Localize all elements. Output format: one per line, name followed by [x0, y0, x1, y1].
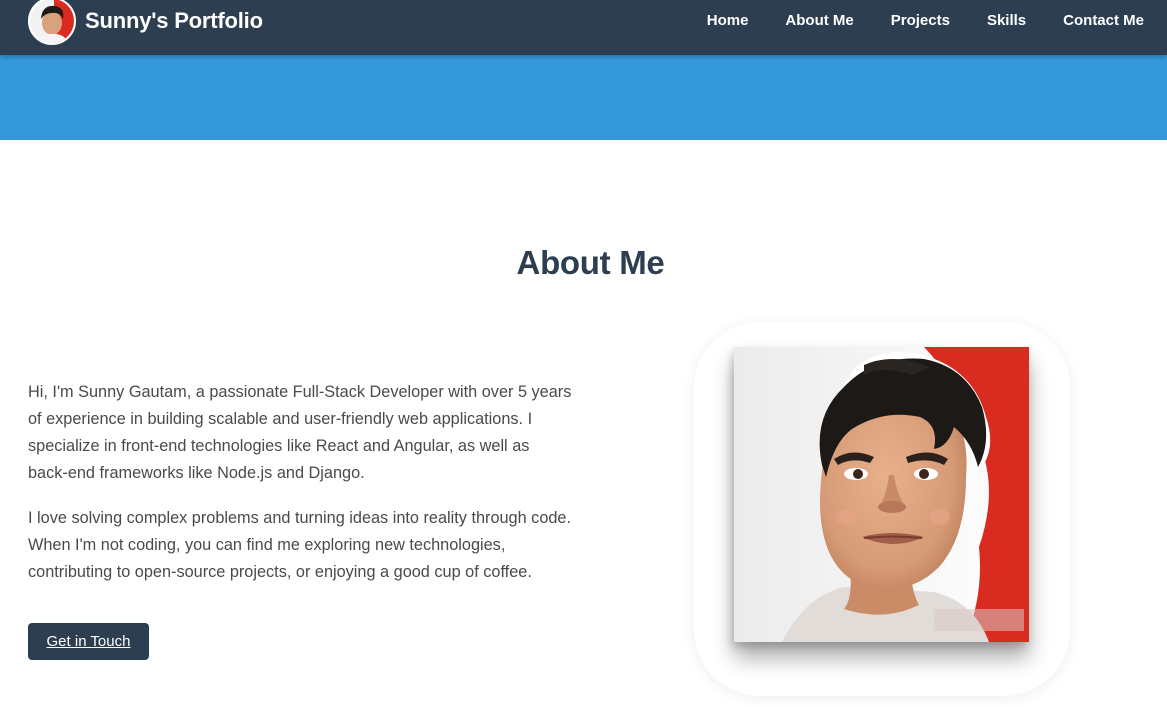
photo-card [694, 322, 1070, 696]
nav-link-projects[interactable]: Projects [891, 12, 950, 29]
about-text: Hi, I'm Sunny Gautam, a passionate Full-… [28, 379, 573, 604]
brand[interactable]: Sunny's Portfolio [28, 0, 263, 45]
navbar: Sunny's Portfolio Home About Me Projects… [0, 0, 1167, 55]
hero-band [0, 55, 1167, 140]
profile-portrait-icon [734, 347, 1029, 642]
nav-link-skills[interactable]: Skills [987, 12, 1026, 29]
brand-title: Sunny's Portfolio [85, 8, 263, 33]
get-in-touch-button[interactable]: Get in Touch [28, 623, 149, 660]
about-title: About Me [516, 244, 665, 281]
nav-link-about-me[interactable]: About Me [785, 12, 853, 29]
about-paragraph-hobbies: I love solving complex problems and turn… [28, 509, 572, 581]
nav-link-contact-me[interactable]: Contact Me [1063, 12, 1144, 29]
nav-link-home[interactable]: Home [707, 12, 749, 29]
nav-links: Home About Me Projects Skills Contact Me [670, 12, 1144, 29]
about-paragraph-intro: Hi, I'm Sunny Gautam, a passionate Full-… [28, 383, 572, 482]
profile-avatar-icon [28, 0, 76, 45]
